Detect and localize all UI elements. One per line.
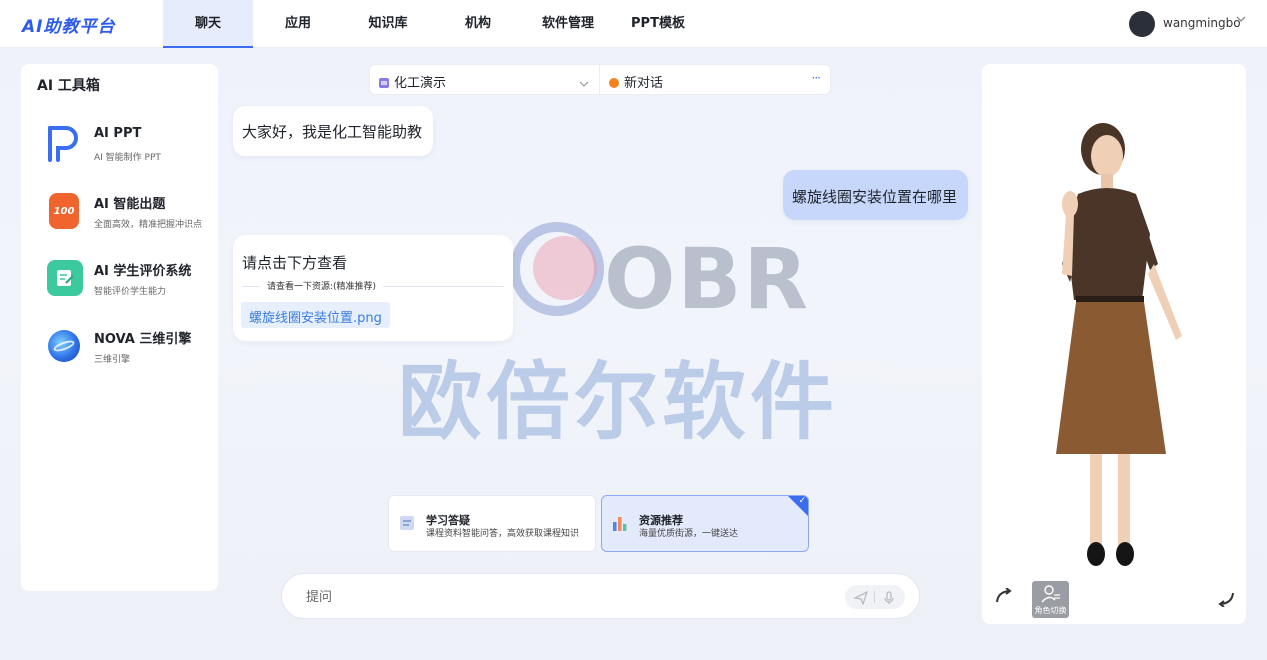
tool-nova-3d-engine[interactable]: NOVA 三维引擎 三维引擎 [21,328,218,388]
nav-tab-organization[interactable]: 机构 [433,0,523,48]
more-options-icon[interactable]: ··· [812,71,822,85]
assistant-greeting-text: 大家好，我是化工智能助教 [242,123,423,141]
microphone-icon[interactable] [882,590,896,609]
app-logo[interactable]: AI助教平台 [22,12,115,37]
bar-chart-icon [611,514,629,532]
score-100-icon: 100 [49,193,79,229]
tool-ai-student-evaluation[interactable]: AI 学生评价系统 智能评价学生能力 [21,260,218,320]
role-switch-label: 角色切换 [1034,606,1067,615]
question-input[interactable] [306,586,826,608]
ppt-p-icon [45,126,81,162]
mode-card-study-qa[interactable]: 学习答疑 课程资料智能问答，高效获取课程知识 [388,495,596,552]
digital-human-avatar [1056,123,1182,566]
obr-logo-globe-inner-icon [533,236,597,300]
send-icon[interactable] [852,590,869,609]
nav-tab-knowledge-base[interactable]: 知识库 [343,0,433,48]
nav-tab-software-management[interactable]: 软件管理 [523,0,613,48]
assistant-reply-bubble: 请点击下方查看 请查看一下资源:(精准推荐) 螺旋线圈安装位置.png [233,235,513,341]
tool-description: 智能评价学生能力 [94,287,167,297]
user-message-text: 螺旋线圈安装位置在哪里 [792,188,958,206]
course-selector[interactable]: 化工演示 [369,64,600,95]
conversation-selector-value: 新对话 [624,76,664,91]
document-icon [398,514,416,532]
course-book-icon [378,74,390,88]
conversation-selector[interactable]: 新对话 ··· [600,64,831,95]
chevron-down-icon [579,74,589,93]
nav-tab-chat[interactable]: 聊天 [163,0,253,48]
role-switch-button[interactable]: 角色切换 [1032,581,1069,618]
resource-divider-label: 请查看一下资源:(精准推荐) [260,279,384,292]
rotate-left-icon[interactable] [994,587,1014,608]
rotate-right-icon[interactable] [1216,591,1236,611]
chat-bubble-icon [608,74,620,88]
nav-tab-apps[interactable]: 应用 [253,0,343,48]
tool-description: 三维引擎 [94,355,131,365]
tool-description: 全面高效，精准把握冲识点 [94,220,203,230]
checkmark-icon: ✓ [798,496,806,506]
user-message-bubble: 螺旋线圈安装位置在哪里 [783,170,968,220]
globe-3d-icon [48,330,80,362]
resource-file-link[interactable]: 螺旋线圈安装位置.png [241,302,390,328]
user-name[interactable]: wangmingbo [1163,16,1241,30]
watermark-brand: OBR [604,230,811,328]
question-input-bar [281,573,920,619]
divider [874,591,875,603]
tool-name: NOVA 三维引擎 [94,332,192,347]
toolbox-title: AI 工具箱 [37,78,100,94]
tool-name: AI PPT [94,126,142,141]
edit-note-icon [47,260,83,296]
watermark-text: 欧倍尔软件 [398,353,839,451]
ai-toolbox-panel: AI 工具箱 AI PPT AI 智能制作 PPT 100 AI 智能出题 全面… [21,64,218,591]
assistant-reply-title: 请点击下方查看 [242,254,348,272]
mode-description: 海量优质街源，一键送达 [639,529,739,539]
tool-ai-ppt[interactable]: AI PPT AI 智能制作 PPT [21,126,218,186]
assistant-greeting-bubble: 大家好，我是化工智能助教 [233,106,433,156]
user-avatar[interactable] [1129,11,1155,37]
top-navigation-bar: AI助教平台 聊天 应用 知识库 机构 软件管理 PPT模板 wangmingb… [0,0,1267,48]
digital-human-panel: 角色切换 [982,64,1246,624]
tool-description: AI 智能制作 PPT [94,153,161,163]
tool-name: AI 学生评价系统 [94,264,192,279]
mode-card-resource-recommend[interactable]: 资源推荐 海量优质街源，一键送达 ✓ [601,495,809,552]
nav-tab-ppt-templates[interactable]: PPT模板 [613,0,703,48]
tool-name: AI 智能出题 [94,197,166,212]
input-actions [845,585,905,609]
course-selector-value: 化工演示 [394,76,447,91]
chevron-down-icon[interactable] [1236,14,1246,27]
tool-ai-question-generation[interactable]: 100 AI 智能出题 全面高效，精准把握冲识点 [21,193,218,253]
mode-description: 课程资料智能问答，高效获取课程知识 [426,529,580,539]
